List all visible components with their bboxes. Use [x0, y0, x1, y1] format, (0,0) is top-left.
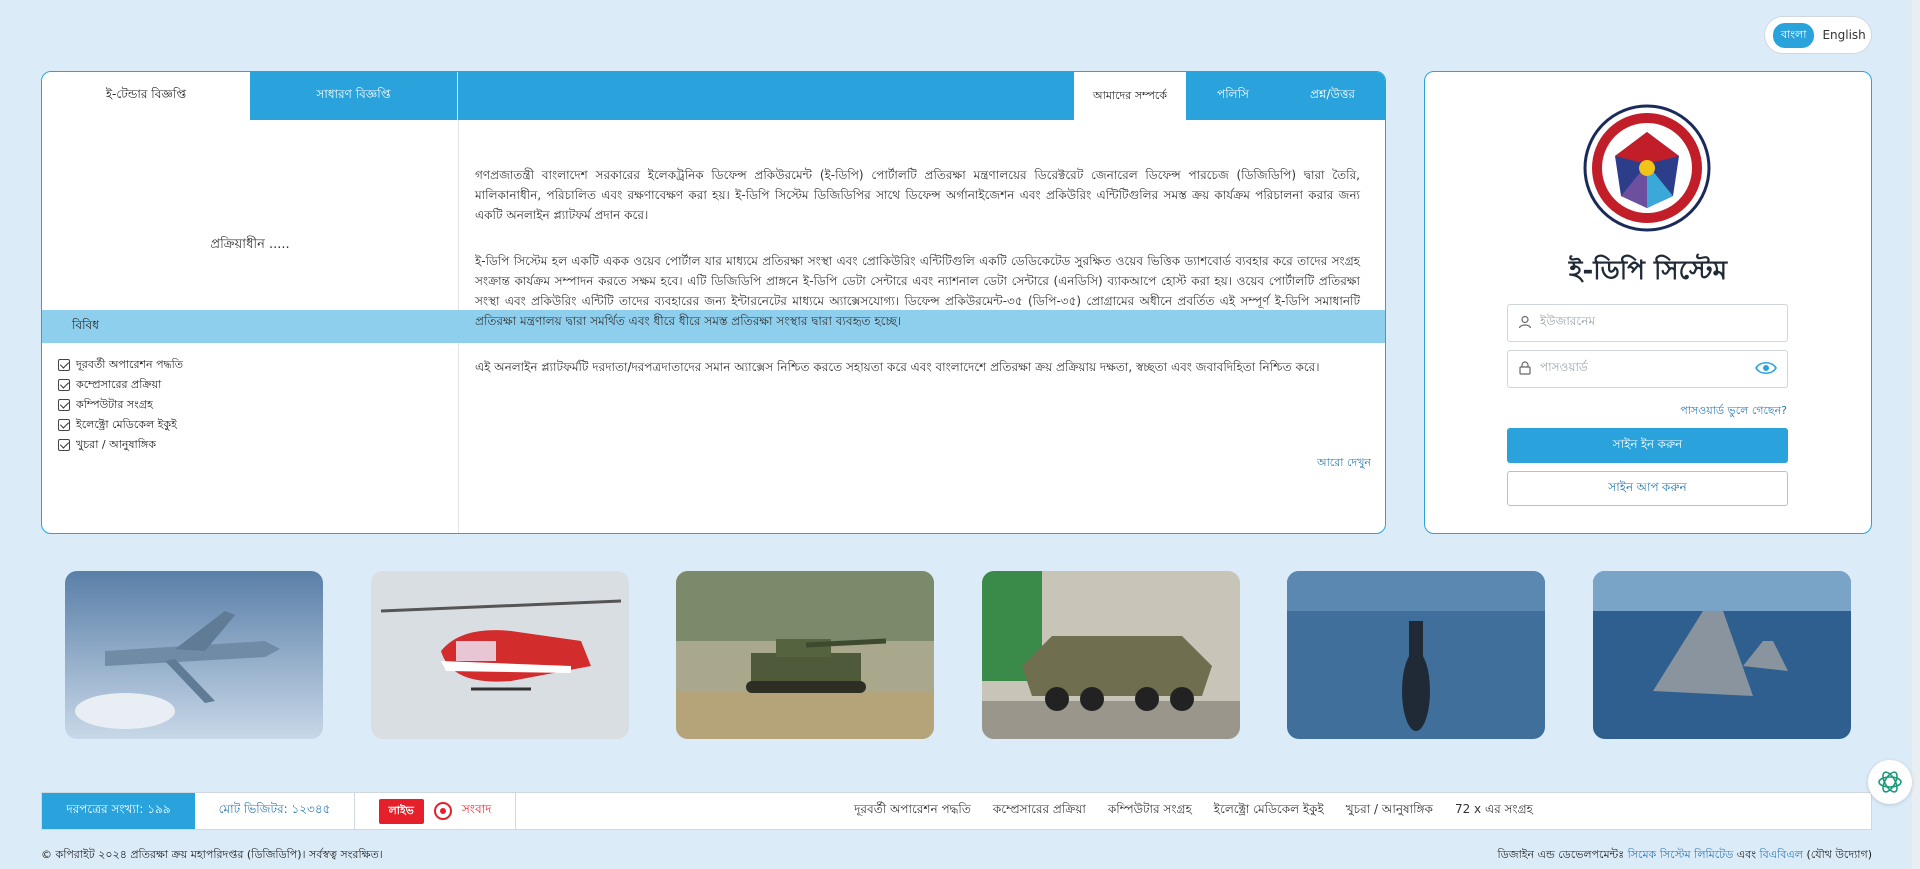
misc-item-label: দূরবর্তী অপারেশন পদ্ধতি [76, 357, 184, 371]
helicopter-image [370, 571, 629, 739]
forgot-password-link[interactable]: পাসওয়ার্ড ভুলে গেছেন? [1680, 402, 1787, 421]
language-switch[interactable]: বাংলা English [1764, 16, 1872, 54]
design-prefix: ডিজাইন এন্ড ডেভেলপমেন্টঃ [1497, 848, 1628, 861]
misc-item-label: কম্পিউটার সংগ্রহ [76, 397, 153, 411]
tab-policy[interactable]: পলিসি [1186, 72, 1280, 120]
misc-item[interactable]: কম্প্রেসারের প্রক্রিয়া [58, 375, 183, 395]
tab-about[interactable]: আমাদের সম্পর্কে [1074, 72, 1186, 120]
ticker-item[interactable]: কম্পিউটার সংগ্রহ [1108, 801, 1192, 821]
misc-item-label: খুচরা / আনুষাঙ্গিক [76, 437, 156, 451]
company-link-babl[interactable]: বিএবিএল [1760, 848, 1803, 861]
misc-item-label: ইলেক্ট্রো মেডিকেল ইকুই [76, 417, 177, 431]
ticker-item[interactable]: কম্প্রেসারের প্রক্রিয়া [993, 801, 1086, 821]
signin-button[interactable]: সাইন ইন করুন [1507, 428, 1788, 463]
notice-panel: ই-টেন্ডার বিজ্ঞপ্তি সাধারণ বিজ্ঞপ্তি আমা… [41, 71, 1386, 534]
misc-item[interactable]: দূরবর্তী অপারেশন পদ্ধতি [58, 355, 183, 375]
about-paragraph: এই অনলাইন প্ল্যাটফর্মটি দরদাতা/দরপত্রদাত… [475, 360, 1320, 374]
checkbox-icon[interactable] [58, 379, 70, 391]
ticker-item[interactable]: দূরবর্তী অপারেশন পদ্ধতি [854, 801, 971, 821]
checkbox-icon[interactable] [58, 439, 70, 451]
lang-bangla-button[interactable]: বাংলা [1773, 22, 1815, 48]
fighter-jet-image [65, 571, 323, 739]
misc-item[interactable]: ইলেক্ট্রো মেডিকেল ইকুই [58, 415, 183, 435]
signup-button[interactable]: সাইন আপ করুন [1507, 471, 1788, 506]
about-content: গণপ্রজাতন্ত্রী বাংলাদেশ সরকারের ইলেকট্রন… [475, 165, 1360, 403]
lock-icon [1518, 360, 1532, 378]
page-scrollbar[interactable] [1912, 0, 1920, 869]
dgdp-logo [1583, 104, 1711, 232]
chatbot-icon[interactable] [1868, 760, 1912, 804]
news-label: সংবাদ [461, 802, 492, 816]
about-paragraph: গণপ্রজাতন্ত্রী বাংলাদেশ সরকারের ইলেকট্রন… [475, 168, 1360, 222]
login-panel: ই-ডিপি সিস্টেম ইউজারনেম পাসওয়ার্ড পাসওয… [1424, 71, 1872, 534]
ticker-item[interactable]: খুচরা / আনুষাঙ্গিক [1346, 801, 1433, 821]
password-placeholder: পাসওয়ার্ড [1540, 360, 1588, 374]
live-news[interactable]: লাইভ সংবাদ [355, 793, 516, 829]
tab-etender[interactable]: ই-টেন্ডার বিজ্ঞপ্তি [42, 72, 250, 120]
design-credit: ডিজাইন এন্ড ডেভেলপমেন্টঃ সিমেক সিস্টেম ল… [1498, 846, 1872, 865]
live-record-icon [433, 802, 452, 820]
about-paragraph: ই-ডিপি সিস্টেম হল একটি একক ওয়েব পোর্টাল… [475, 254, 1360, 328]
see-more-link[interactable]: আরো দেখুন [1317, 454, 1371, 473]
visitor-count: মোট ভিজিটর: ১২৩৪৫ [195, 793, 355, 829]
lang-english-button[interactable]: English [1822, 28, 1865, 42]
design-and: এবং [1733, 848, 1760, 861]
tab-bar: ই-টেন্ডার বিজ্ঞপ্তি সাধারণ বিজ্ঞপ্তি আমা… [42, 72, 1385, 120]
ticker-item[interactable]: ইলেক্ট্রো মেডিকেল ইকুই [1214, 801, 1324, 821]
footer-ticker: দরপত্রের সংখ্যা: ১৯৯ মোট ভিজিটর: ১২৩৪৫ ল… [41, 792, 1872, 830]
submarine-image [1287, 571, 1546, 739]
tab-general[interactable]: সাধারণ বিজ্ঞপ্তি [250, 72, 458, 120]
warship-image [1592, 571, 1851, 739]
tab-spacer [458, 72, 1074, 120]
checkbox-icon[interactable] [58, 399, 70, 411]
company-link-simec[interactable]: সিমেক সিস্টেম লিমিটেড [1628, 848, 1734, 861]
photo-gallery [65, 571, 1851, 739]
ticker-item[interactable]: 72 x এর সংগ্রহ [1455, 801, 1533, 821]
tab-faq[interactable]: প্রশ্ন/উত্তর [1280, 72, 1385, 120]
misc-item[interactable]: খুচরা / আনুষাঙ্গিক [58, 435, 183, 455]
username-placeholder: ইউজারনেম [1540, 314, 1596, 328]
misc-list: দূরবর্তী অপারেশন পদ্ধতি কম্প্রেসারের প্র… [58, 355, 183, 455]
misc-item[interactable]: কম্পিউটার সংগ্রহ [58, 395, 183, 415]
username-field[interactable]: ইউজারনেম [1507, 304, 1788, 342]
armored-vehicle-image [981, 571, 1240, 739]
user-icon [1518, 315, 1532, 332]
tank-image [676, 571, 935, 739]
eye-icon[interactable] [1755, 361, 1777, 378]
processing-text: প্রক্রিয়াধীন ..... [210, 237, 290, 252]
copyright-text: © কপিরাইট ২০২৪ প্রতিরক্ষা ক্রয় মহাপরিদপ… [41, 848, 383, 861]
misc-item-label: কম্প্রেসারের প্রক্রিয়া [76, 377, 162, 391]
system-title: ই-ডিপি সিস্টেম [1568, 256, 1728, 286]
design-suffix: (যৌথ উদ্যোগ) [1802, 848, 1872, 861]
checkbox-icon[interactable] [58, 419, 70, 431]
checkbox-icon[interactable] [58, 359, 70, 371]
tender-count: দরপত্রের সংখ্যা: ১৯৯ [42, 793, 195, 829]
password-field[interactable]: পাসওয়ার্ড [1507, 350, 1788, 388]
news-ticker-items: দূরবর্তী অপারেশন পদ্ধতি কম্প্রেসারের প্র… [516, 801, 1871, 821]
live-badge: লাইভ [378, 798, 424, 824]
